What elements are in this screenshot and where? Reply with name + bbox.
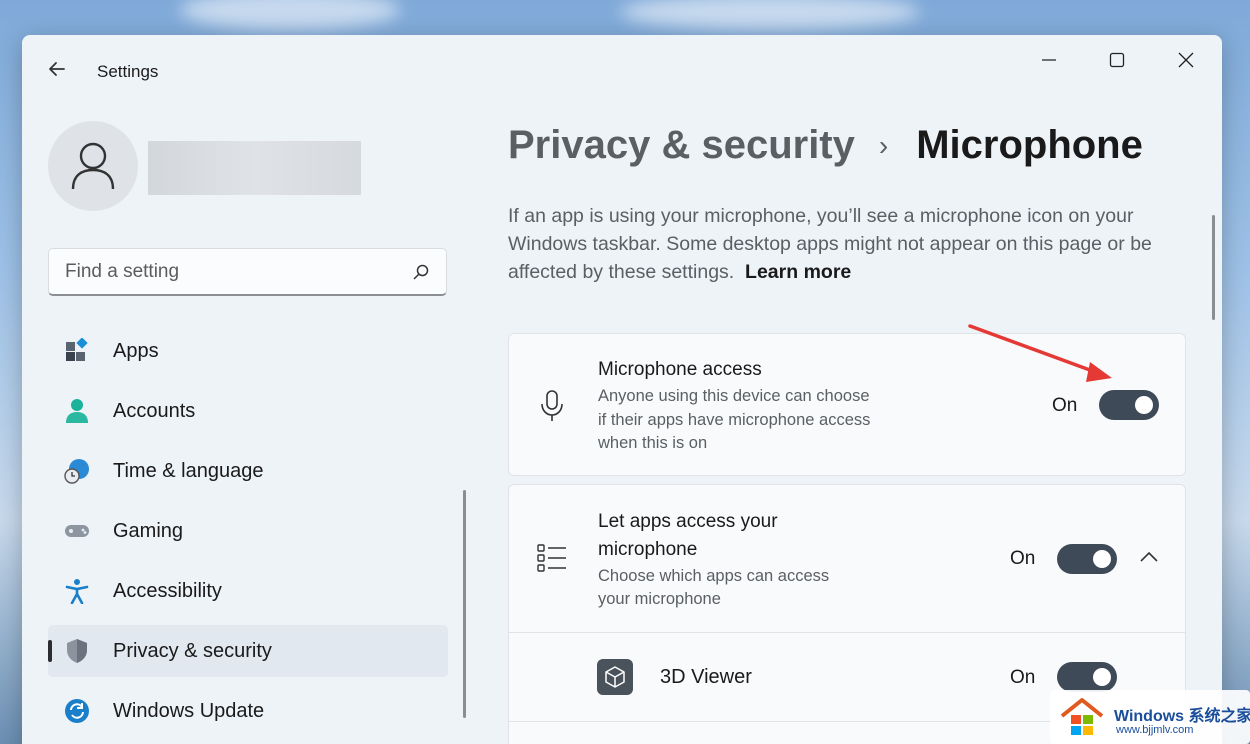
app-access-subtitle-1: Choose which apps can access xyxy=(598,567,830,585)
close-button[interactable] xyxy=(1164,45,1208,75)
back-arrow-icon xyxy=(49,62,65,76)
windows-update-icon xyxy=(65,699,89,723)
minimize-button[interactable] xyxy=(1027,45,1071,75)
breadcrumb: Privacy & security › Microphone xyxy=(508,123,1143,168)
list-icon xyxy=(537,544,566,572)
sidebar-item-accessibility[interactable]: Accessibility xyxy=(48,565,448,617)
microphone-access-subtitle-1: Anyone using this device can choose xyxy=(598,387,870,405)
app-access-card: Let apps access your microphone Choose w… xyxy=(508,484,1186,633)
app-access-title-2: microphone xyxy=(598,539,698,560)
toggle-knob xyxy=(1093,668,1111,686)
3d-viewer-toggle[interactable] xyxy=(1057,662,1117,692)
page-description: If an app is using your microphone, you’… xyxy=(508,202,1198,286)
toggle-knob xyxy=(1093,550,1111,568)
selection-indicator xyxy=(48,640,52,662)
wallpaper-cloud xyxy=(620,0,920,30)
app-access-state: On xyxy=(1010,548,1036,569)
sidebar-item-privacy-security[interactable]: Privacy & security xyxy=(48,625,448,677)
toggle-knob xyxy=(1135,396,1153,414)
app-name: 3D Viewer xyxy=(660,666,752,688)
watermark-url: www.bjjmlv.com xyxy=(1116,724,1194,736)
watermark-title: Windows 系统之家 xyxy=(1114,708,1250,725)
sidebar-item-label: Accessibility xyxy=(113,579,222,602)
app-access-subtitle-2: your microphone xyxy=(598,590,721,608)
microphone-access-state: On xyxy=(1052,395,1078,416)
watermark: Windows 系统之家 www.bjjmlv.com xyxy=(1050,690,1250,744)
gaming-icon xyxy=(65,525,89,537)
microphone-access-subtitle-3: when this is on xyxy=(598,434,708,452)
user-icon xyxy=(71,142,115,190)
avatar[interactable] xyxy=(48,121,138,211)
microphone-access-toggle[interactable] xyxy=(1099,390,1159,420)
back-button[interactable] xyxy=(44,55,72,83)
3d-viewer-app-icon xyxy=(597,659,633,695)
sidebar-item-time-language[interactable]: Time & language xyxy=(48,445,448,497)
sidebar-item-label: Apps xyxy=(113,339,159,362)
breadcrumb-parent[interactable]: Privacy & security xyxy=(508,123,855,168)
microphone-access-card: Microphone access Anyone using this devi… xyxy=(508,333,1186,476)
app-state: On xyxy=(1010,667,1036,688)
sidebar-item-label: Privacy & security xyxy=(113,639,272,662)
close-icon xyxy=(1178,52,1194,68)
app-access-title-1: Let apps access your xyxy=(598,511,778,532)
windows-house-logo-icon xyxy=(1060,698,1104,735)
sidebar-item-label: Time & language xyxy=(113,459,264,482)
main-scrollbar[interactable] xyxy=(1212,215,1215,320)
microphone-icon xyxy=(541,390,563,421)
maximize-icon xyxy=(1109,52,1125,68)
accessibility-icon xyxy=(65,579,89,604)
apps-icon xyxy=(66,338,88,361)
accounts-icon xyxy=(66,399,88,423)
app-access-toggle[interactable] xyxy=(1057,544,1117,574)
sidebar-item-gaming[interactable]: Gaming xyxy=(48,505,448,557)
search-icon[interactable] xyxy=(412,263,430,281)
maximize-button[interactable] xyxy=(1095,45,1139,75)
sidebar-item-windows-update[interactable]: Windows Update xyxy=(48,685,448,737)
window-title: Settings xyxy=(97,62,159,81)
sidebar-scrollbar[interactable] xyxy=(463,490,466,718)
page-title: Microphone xyxy=(916,123,1143,167)
settings-window: Settings Apps xyxy=(22,35,1222,744)
time-language-icon xyxy=(64,459,89,484)
sidebar-item-label: Gaming xyxy=(113,519,184,542)
sidebar-item-label: Windows Update xyxy=(113,699,265,722)
wallpaper-cloud xyxy=(180,0,400,30)
search-input[interactable] xyxy=(65,260,395,283)
title-bar: Settings xyxy=(22,35,1222,83)
cube-icon xyxy=(605,666,625,688)
microphone-access-subtitle-2: if their apps have microphone access xyxy=(598,411,871,429)
learn-more-link[interactable]: Learn more xyxy=(745,261,851,283)
breadcrumb-separator: › xyxy=(878,129,889,161)
username-redacted xyxy=(148,141,361,195)
microphone-access-title: Microphone access xyxy=(598,359,762,380)
search-box[interactable] xyxy=(48,248,447,296)
chevron-up-icon[interactable] xyxy=(1139,550,1159,564)
minimize-icon xyxy=(1042,59,1056,61)
sidebar-item-apps[interactable]: Apps xyxy=(48,325,448,377)
sidebar-item-label: Accounts xyxy=(113,399,196,422)
sidebar-item-accounts[interactable]: Accounts xyxy=(48,385,448,437)
shield-icon xyxy=(67,639,87,663)
